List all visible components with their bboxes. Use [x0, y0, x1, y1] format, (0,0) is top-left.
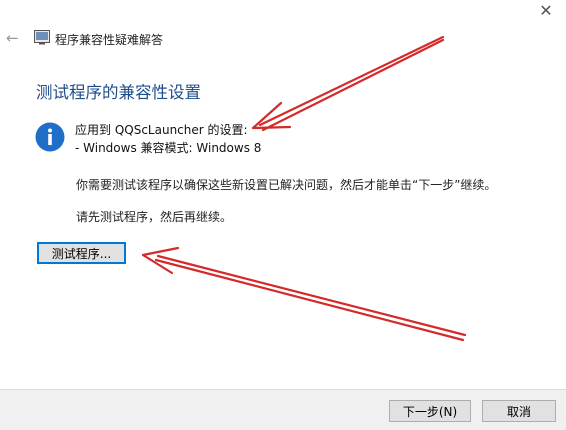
arrow-to-test-button-head	[141, 246, 180, 275]
window-title: 程序兼容性疑难解答	[55, 33, 164, 47]
next-button[interactable]: 下一步(N)	[389, 400, 471, 422]
arrow-to-settings	[258, 35, 445, 132]
arrow-to-settings-head	[251, 101, 292, 130]
close-button[interactable]: ✕	[532, 0, 560, 22]
instruction-text: 你需要测试该程序以确保这些新设置已解决问题，然后才能单击“下一步”继续。	[76, 178, 497, 192]
back-arrow-icon[interactable]: ←	[6, 30, 20, 46]
footer-bar: 下一步(N) 取消	[0, 389, 566, 430]
test-program-button[interactable]: 测试程序...	[37, 242, 126, 264]
troubleshooter-icon	[34, 30, 50, 45]
apply-to-text: 应用到 QQScLauncher 的设置:	[75, 123, 248, 137]
test-first-text: 请先测试程序，然后再继续。	[76, 210, 233, 224]
cancel-button[interactable]: 取消	[482, 400, 556, 422]
compat-mode-text: - Windows 兼容模式: Windows 8	[75, 141, 262, 155]
page-heading: 测试程序的兼容性设置	[36, 83, 201, 102]
info-icon	[35, 122, 65, 152]
arrow-to-test-button	[154, 254, 467, 342]
